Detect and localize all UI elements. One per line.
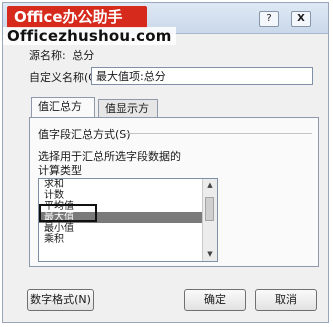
watermark-text: Officezhushou.com xyxy=(3,27,176,45)
source-name-row: 源名称: 总分 xyxy=(29,47,94,63)
close-button[interactable]: X xyxy=(291,11,311,27)
selection-highlight-box xyxy=(39,204,97,222)
section-title: 值字段汇总方式(S) xyxy=(38,128,131,141)
scroll-up-arrow-icon[interactable]: ▲ xyxy=(203,179,217,192)
list-scrollbar[interactable]: ▲ ▼ xyxy=(202,179,217,261)
custom-name-input[interactable]: 最大值项:总分 xyxy=(91,67,313,85)
brand-logo: Office办公助手 xyxy=(7,6,147,28)
tab-summarize-values-by[interactable]: 值汇总方式 xyxy=(31,97,95,131)
help-button[interactable]: ? xyxy=(259,11,279,27)
scroll-thumb[interactable] xyxy=(205,197,214,221)
cancel-button[interactable]: 取消 xyxy=(255,289,317,311)
tab-show-values-as[interactable]: 值显示方式 xyxy=(98,99,158,133)
tab-panel: 值字段汇总方式(S) 选择用于汇总所选字段数据的 计算类型 求和 计数 平均值 … xyxy=(29,117,319,267)
list-item-product[interactable]: 乘积 xyxy=(39,234,217,245)
scroll-down-arrow-icon[interactable]: ▼ xyxy=(203,248,217,261)
list-item-min[interactable]: 最小值 xyxy=(39,223,217,234)
source-name-value: 总分 xyxy=(72,49,95,62)
number-format-button[interactable]: 数字格式(N) xyxy=(27,289,94,311)
calculation-type-label: 计算类型 xyxy=(38,164,82,177)
section-divider xyxy=(122,133,312,134)
list-item-sum[interactable]: 求和 xyxy=(39,179,217,190)
source-name-label: 源名称: xyxy=(29,49,66,62)
list-item-count[interactable]: 计数 xyxy=(39,190,217,201)
value-field-settings-dialog: Office办公助手 ? X 源名称: 总分 自定义名称(C): 最大值项:总分… xyxy=(2,2,329,323)
ok-button[interactable]: 确定 xyxy=(184,289,246,311)
